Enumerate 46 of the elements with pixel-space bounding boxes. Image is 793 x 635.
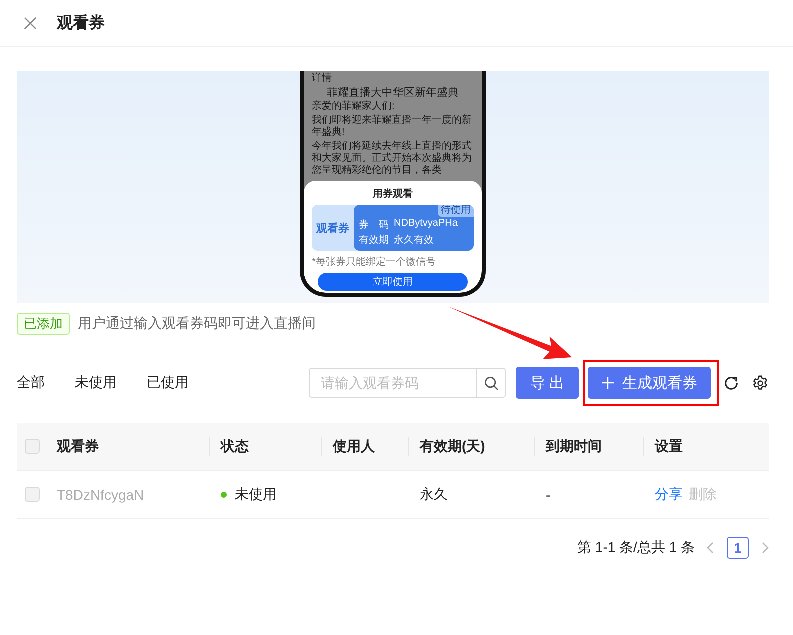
action-link[interactable]: 分享 bbox=[655, 486, 683, 504]
search-field[interactable]: 请输入观看券码 bbox=[309, 368, 476, 398]
page-title: 观看券 bbox=[57, 13, 105, 34]
status-tag: 已添加 bbox=[17, 313, 70, 335]
phone-paragraph: 今年我们将延续去年线上直播的形式和大家见面。正式开始本次盛典将为您呈现精彩绝伦的节目，各类 bbox=[312, 141, 473, 177]
column-header: 观看券 bbox=[57, 438, 99, 456]
use-now-button[interactable]: 立即使用 bbox=[318, 273, 468, 291]
ticket-code: NDBytvyaPHa bbox=[394, 218, 458, 231]
phone-paragraph: 我们即将迎来菲耀直播一年一度的新年盛典! bbox=[312, 115, 473, 139]
column-header: 使用人 bbox=[333, 438, 375, 456]
code-label: 券 码 bbox=[359, 218, 389, 232]
sheet-note: *每张券只能绑定一个微信号 bbox=[312, 256, 436, 269]
validity-label: 有效期 bbox=[359, 234, 389, 247]
close-icon[interactable] bbox=[24, 16, 37, 30]
phone-header: 详情 bbox=[312, 73, 333, 85]
column-header: 设置 bbox=[655, 438, 683, 456]
column-header: 到期时间 bbox=[546, 438, 602, 456]
status-text: 未使用 bbox=[235, 486, 277, 504]
search-button[interactable] bbox=[476, 368, 506, 398]
generate-button[interactable]: 生成观看券 bbox=[588, 367, 711, 399]
notice-text: 用户通过输入观看券码即可进入直播间 bbox=[78, 315, 316, 333]
settings-icon[interactable] bbox=[752, 374, 769, 392]
ticket-badge: 待使用 bbox=[438, 205, 474, 217]
row-checkbox[interactable] bbox=[25, 487, 40, 502]
refresh-icon[interactable] bbox=[723, 374, 740, 392]
page-number[interactable]: 1 bbox=[727, 537, 749, 559]
column-header: 状态 bbox=[221, 438, 249, 456]
ticket-name: 观看券 bbox=[315, 222, 350, 236]
table-cell: - bbox=[546, 486, 551, 502]
sheet-title: 用券观看 bbox=[373, 188, 413, 201]
filter-tab[interactable]: 全部 bbox=[17, 374, 45, 392]
plus-icon bbox=[602, 377, 614, 389]
validity-value: 永久有效 bbox=[394, 234, 434, 247]
voucher-code: T8DzNfcygaN bbox=[57, 486, 144, 502]
select-all-checkbox[interactable] bbox=[25, 439, 40, 454]
previous-page-icon[interactable] bbox=[707, 542, 715, 554]
phone-title: 菲耀直播大中华区新年盛典 bbox=[326, 87, 460, 99]
pagination-summary: 第 1-1 条/总共 1 条 bbox=[578, 539, 695, 557]
table-cell: 永久 bbox=[420, 486, 448, 504]
export-button[interactable]: 导 出 bbox=[516, 367, 579, 399]
phone-paragraph: 亲爱的菲耀家人们: bbox=[312, 101, 396, 113]
next-page-icon[interactable] bbox=[761, 542, 769, 554]
filter-tab[interactable]: 已使用 bbox=[147, 374, 189, 392]
filter-tab[interactable]: 未使用 bbox=[75, 374, 117, 392]
column-header: 有效期(天) bbox=[420, 438, 486, 456]
search-icon bbox=[484, 376, 498, 390]
